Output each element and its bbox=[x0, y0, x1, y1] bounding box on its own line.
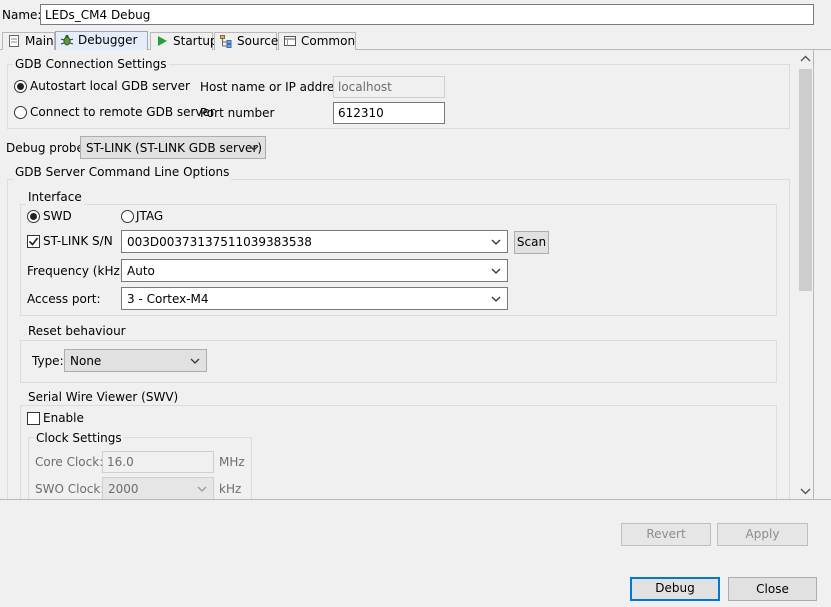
swo-clock-value: 2000 bbox=[108, 482, 139, 496]
tab-source-label: Source bbox=[237, 34, 279, 48]
swo-clock-select[interactable]: 2000 bbox=[102, 477, 214, 499]
core-clock-label: Core Clock: bbox=[35, 455, 104, 469]
swv-enable-checkbox[interactable] bbox=[27, 412, 40, 425]
swo-clock-label: SWO Clock: bbox=[35, 482, 105, 496]
close-button[interactable]: Close bbox=[728, 577, 817, 601]
chevron-down-icon bbox=[491, 239, 501, 245]
debug-probe-label: Debug probe bbox=[6, 141, 84, 155]
main-tab-icon bbox=[7, 34, 21, 48]
startup-play-icon bbox=[155, 34, 169, 48]
name-label: Name: bbox=[2, 8, 42, 22]
vertical-scrollbar[interactable] bbox=[797, 51, 814, 499]
chevron-down-icon bbox=[491, 296, 501, 302]
scroll-down-arrow-icon[interactable] bbox=[800, 487, 811, 495]
reset-type-value: None bbox=[70, 354, 102, 368]
reset-type-select[interactable]: None bbox=[64, 349, 207, 372]
common-tab-icon bbox=[283, 34, 297, 48]
swv-enable-label: Enable bbox=[43, 411, 84, 425]
content-right-border bbox=[813, 50, 814, 500]
apply-button[interactable]: Apply bbox=[717, 523, 808, 546]
chevron-down-icon bbox=[197, 486, 207, 492]
debug-probe-value: ST-LINK (ST-LINK GDB server) bbox=[86, 141, 263, 155]
tab-main-label: Main bbox=[25, 34, 54, 48]
tab-common-label: Common bbox=[301, 34, 356, 48]
stlink-sn-select[interactable]: 003D00373137511039383538 bbox=[121, 230, 508, 253]
autostart-local-radio[interactable] bbox=[14, 80, 27, 93]
stlink-sn-checkbox[interactable] bbox=[27, 235, 40, 248]
source-lookup-icon bbox=[219, 34, 233, 48]
reset-behaviour-title: Reset behaviour bbox=[26, 323, 128, 339]
swd-radio[interactable] bbox=[27, 210, 40, 223]
scan-button[interactable]: Scan bbox=[514, 231, 549, 254]
connect-remote-radio[interactable] bbox=[14, 106, 27, 119]
swv-title: Serial Wire Viewer (SWV) bbox=[26, 389, 181, 405]
gdb-server-options-title: GDB Server Command Line Options bbox=[13, 164, 232, 180]
tab-main[interactable]: Main bbox=[2, 32, 55, 50]
scrollbar-thumb[interactable] bbox=[799, 69, 812, 291]
frequency-value: Auto bbox=[127, 264, 155, 278]
core-clock-input[interactable] bbox=[102, 451, 214, 473]
tab-debugger-label: Debugger bbox=[78, 33, 138, 47]
frequency-select[interactable]: Auto bbox=[121, 259, 508, 282]
autostart-local-label: Autostart local GDB server bbox=[30, 79, 190, 93]
tab-startup[interactable]: Startup bbox=[150, 32, 218, 50]
chevron-down-icon bbox=[249, 145, 259, 151]
debug-probe-select[interactable]: ST-LINK (ST-LINK GDB server) bbox=[80, 136, 266, 159]
chevron-down-icon bbox=[190, 358, 200, 364]
revert-button[interactable]: Revert bbox=[621, 523, 711, 546]
gdb-connection-title: GDB Connection Settings bbox=[13, 56, 169, 72]
port-number-label: Port number bbox=[200, 106, 275, 120]
stlink-sn-value: 003D00373137511039383538 bbox=[127, 235, 312, 249]
jtag-radio[interactable] bbox=[121, 210, 134, 223]
tab-debugger[interactable]: Debugger bbox=[55, 31, 148, 50]
clock-settings-title: Clock Settings bbox=[34, 430, 124, 446]
tab-startup-label: Startup bbox=[173, 34, 218, 48]
configuration-name-input[interactable] bbox=[40, 4, 814, 25]
frequency-label: Frequency (kHz): bbox=[27, 264, 129, 278]
scroll-up-arrow-icon[interactable] bbox=[800, 55, 811, 63]
stlink-sn-label: ST-LINK S/N bbox=[43, 234, 113, 248]
tab-common[interactable]: Common bbox=[278, 32, 356, 50]
access-port-value: 3 - Cortex-M4 bbox=[127, 292, 209, 306]
port-number-input[interactable] bbox=[333, 102, 445, 124]
swd-label: SWD bbox=[43, 209, 72, 223]
debugger-bug-icon bbox=[60, 33, 74, 47]
swo-clock-unit: kHz bbox=[219, 482, 242, 496]
connect-remote-label: Connect to remote GDB server bbox=[30, 105, 215, 119]
access-port-select[interactable]: 3 - Cortex-M4 bbox=[121, 287, 508, 310]
reset-type-label: Type: bbox=[32, 354, 64, 368]
host-name-input[interactable] bbox=[333, 76, 445, 98]
debugger-tab-content: GDB Connection Settings Autostart local … bbox=[0, 50, 813, 499]
chevron-down-icon bbox=[491, 268, 501, 274]
checkmark-icon bbox=[28, 237, 39, 246]
host-name-label: Host name or IP address bbox=[200, 80, 347, 94]
access-port-label: Access port: bbox=[27, 292, 101, 306]
content-separator bbox=[0, 499, 831, 500]
jtag-label: JTAG bbox=[136, 209, 164, 223]
tab-source[interactable]: Source bbox=[214, 32, 279, 50]
debug-button[interactable]: Debug bbox=[630, 577, 720, 601]
interface-title: Interface bbox=[26, 189, 84, 205]
core-clock-unit: MHz bbox=[219, 455, 245, 469]
